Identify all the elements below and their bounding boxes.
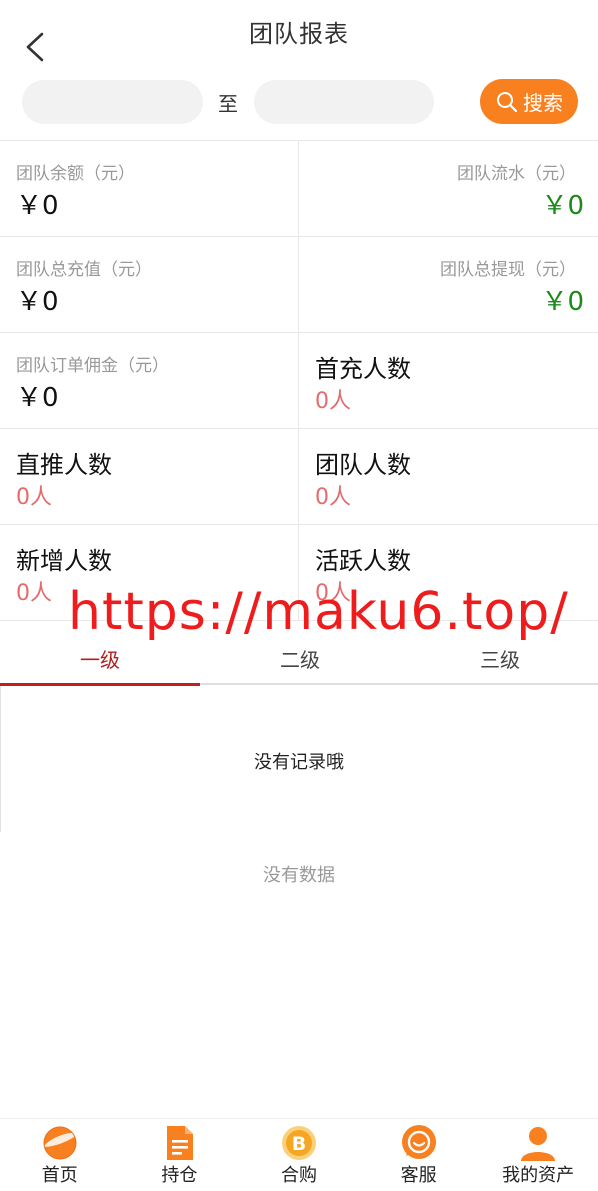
- nav-label-group-buy: 合购: [280, 1165, 317, 1186]
- date-separator: 至: [218, 92, 238, 116]
- new-count-label: 新增人数: [16, 547, 112, 575]
- search-button[interactable]: 搜索: [480, 79, 578, 124]
- nav-item-my-assets[interactable]: 我的资产: [478, 1119, 598, 1191]
- direct-count-label: 直推人数: [16, 451, 112, 479]
- tab-level-1[interactable]: 一级: [0, 644, 200, 673]
- nav-item-support[interactable]: 客服: [359, 1119, 479, 1191]
- team-balance-label: 团队余额（元）: [16, 164, 135, 184]
- team-balance-value: ￥0: [16, 191, 59, 221]
- stats-row: 团队余额（元） ￥0 团队流水（元） ￥0: [0, 141, 598, 237]
- stats-row: 团队总充值（元） ￥0 团队总提现（元） ￥0: [0, 237, 598, 333]
- team-total-recharge-cell: 团队总充值（元） ￥0: [0, 237, 299, 332]
- team-total-withdraw-cell: 团队总提现（元） ￥0: [299, 237, 598, 332]
- chat-icon: [401, 1125, 436, 1159]
- team-count-label: 团队人数: [315, 451, 411, 479]
- svg-text:B: B: [292, 1133, 306, 1155]
- new-count-value: 0人: [16, 581, 52, 606]
- stats-row: 团队订单佣金（元） ￥0 首充人数 0人: [0, 333, 598, 429]
- nav-item-holdings[interactable]: 持仓: [120, 1119, 240, 1191]
- nav-item-group-buy[interactable]: B 合购: [239, 1119, 359, 1191]
- direct-count-cell: 直推人数 0人: [0, 429, 299, 524]
- team-flow-cell: 团队流水（元） ￥0: [299, 141, 598, 236]
- start-date-input[interactable]: [22, 80, 203, 124]
- page-title: 团队报表: [249, 20, 349, 48]
- user-icon: [521, 1127, 556, 1161]
- watermark-url: https://maku6.top/: [68, 582, 569, 642]
- search-button-label: 搜索: [523, 91, 563, 115]
- bottom-nav: 首页 持仓 B 合购 客服 我的资产: [0, 1118, 598, 1191]
- team-flow-value: ￥0: [541, 191, 584, 221]
- team-order-commission-value: ￥0: [16, 383, 59, 413]
- end-date-input[interactable]: [254, 80, 434, 124]
- first-recharge-count-value: 0人: [315, 389, 351, 414]
- team-count-value: 0人: [315, 485, 351, 510]
- team-total-recharge-label: 团队总充值（元）: [16, 260, 152, 280]
- first-recharge-count-cell: 首充人数 0人: [299, 333, 598, 428]
- team-report-page: 团队报表 至 搜索 团队余额（元） ￥0 团队流水（元） ￥0 团队总充值（元）…: [0, 0, 598, 1191]
- empty-data-text: 没有数据: [263, 865, 335, 886]
- active-count-label: 活跃人数: [315, 547, 411, 575]
- bitcoin-icon: B: [281, 1126, 316, 1160]
- stats-grid: 团队余额（元） ￥0 团队流水（元） ￥0 团队总充值（元） ￥0 团队总提现（…: [0, 140, 598, 621]
- team-order-commission-label: 团队订单佣金（元）: [16, 356, 169, 376]
- team-flow-label: 团队流水（元）: [457, 164, 576, 184]
- tab-level-2[interactable]: 二级: [200, 644, 400, 673]
- nav-item-home[interactable]: 首页: [0, 1119, 120, 1191]
- stats-row: 直推人数 0人 团队人数 0人: [0, 429, 598, 525]
- nav-label-support: 客服: [400, 1165, 437, 1186]
- search-icon: [497, 91, 518, 112]
- nav-label-holdings: 持仓: [161, 1165, 198, 1186]
- first-recharge-count-label: 首充人数: [315, 355, 411, 383]
- nav-label-my-assets: 我的资产: [502, 1165, 575, 1186]
- document-icon: [167, 1126, 194, 1160]
- team-total-withdraw-label: 团队总提现（元）: [440, 260, 576, 280]
- team-total-withdraw-value: ￥0: [541, 287, 584, 317]
- direct-count-value: 0人: [16, 485, 52, 510]
- header: 团队报表: [0, 0, 598, 62]
- home-planet-icon: [42, 1126, 79, 1160]
- team-count-cell: 团队人数 0人: [299, 429, 598, 524]
- team-total-recharge-value: ￥0: [16, 287, 59, 317]
- team-order-commission-cell: 团队订单佣金（元） ￥0: [0, 333, 299, 428]
- nav-label-home: 首页: [41, 1165, 78, 1186]
- empty-records-text: 没有记录哦: [254, 752, 344, 773]
- tab-level-3[interactable]: 三级: [400, 644, 598, 673]
- team-balance-cell: 团队余额（元） ￥0: [0, 141, 299, 236]
